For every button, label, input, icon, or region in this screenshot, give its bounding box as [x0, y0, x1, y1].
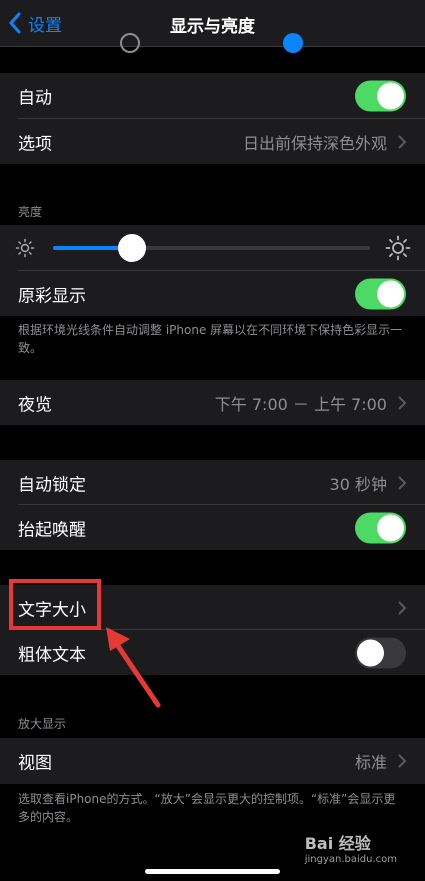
true-tone-row: 原彩显示 [0, 271, 425, 316]
view-label: 视图 [18, 753, 52, 774]
auto-toggle[interactable] [355, 80, 406, 112]
options-value: 日出前保持深色外观 [242, 133, 387, 153]
toggle-knob [377, 82, 404, 110]
auto-label: 自动 [18, 88, 52, 109]
sun-large-icon [385, 235, 411, 261]
night-shift-value: 下午 7:00 － 上午 7:00 [214, 394, 387, 414]
zoom-footnote: 选取查看iPhone的方式。“放大”会显示更大的控制项。“标准”会显示更多的内容… [18, 792, 396, 824]
true-tone-toggle[interactable] [355, 278, 406, 309]
chevron-right-icon [398, 476, 407, 489]
highlight-box [9, 579, 101, 630]
view-value: 标准 [354, 753, 387, 772]
chevron-right-icon [398, 135, 407, 148]
night-shift-label: 夜览 [18, 395, 52, 415]
raise-to-wake-label: 抬起唤醒 [18, 520, 86, 540]
toggle-knob [357, 639, 384, 666]
home-indicator[interactable] [145, 869, 280, 874]
auto-lock-value: 30 秒钟 [329, 474, 387, 494]
page-title: 显示与亮度 [170, 17, 255, 37]
watermark-url: jingyan.baidu.com [304, 854, 397, 865]
auto-lock-label: 自动锁定 [18, 475, 86, 495]
zoom-header: 放大显示 [18, 717, 67, 731]
bold-text-row: 粗体文本 [0, 630, 425, 675]
watermark-brand: Bai 经验 [304, 834, 371, 853]
toggle-knob [377, 280, 404, 307]
view-row[interactable]: 视图 标准 [0, 738, 425, 784]
chevron-right-icon [398, 396, 407, 409]
raise-to-wake-row: 抬起唤醒 [0, 505, 425, 550]
appearance-dark-radio[interactable] [283, 33, 303, 53]
chevron-right-icon [398, 754, 407, 768]
auto-lock-row[interactable]: 自动锁定 30 秒钟 [0, 460, 425, 505]
baidu-watermark: Bai 经验 jingyan.baidu.com [305, 830, 397, 865]
chevron-right-icon [398, 601, 407, 614]
annotation-arrow-icon [106, 627, 161, 708]
true-tone-footnote: 根据环境光线条件自动调整 iPhone 屏幕以在不同环境下保持色彩显示一致。 [18, 323, 403, 355]
sun-small-icon [15, 238, 35, 258]
bold-text-label: 粗体文本 [18, 645, 86, 665]
options-row[interactable]: 选项 日出前保持深色外观 [0, 119, 425, 164]
toggle-knob [377, 514, 404, 541]
night-shift-row[interactable]: 夜览 下午 7:00 － 上午 7:00 [0, 380, 425, 425]
bold-text-toggle[interactable] [355, 637, 406, 668]
raise-to-wake-toggle[interactable] [355, 512, 406, 543]
brightness-header: 亮度 [18, 205, 43, 219]
true-tone-label: 原彩显示 [18, 286, 86, 306]
options-label: 选项 [18, 134, 52, 154]
navigation-bar: 设置 显示与亮度 [0, 0, 425, 53]
auto-row: 自动 [0, 73, 425, 119]
appearance-light-radio[interactable] [120, 33, 140, 53]
brightness-slider[interactable] [53, 234, 370, 262]
